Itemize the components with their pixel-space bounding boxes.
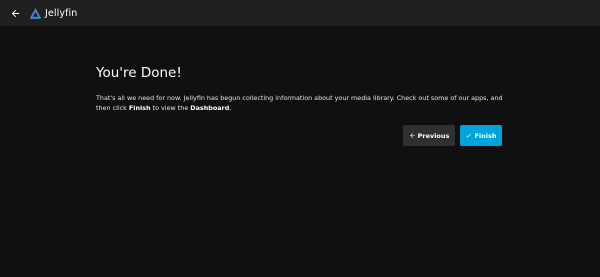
brand[interactable]: Jellyfin xyxy=(28,6,77,20)
description-part2: to view the xyxy=(150,103,191,112)
arrow-left-icon xyxy=(10,4,21,23)
finish-button-label: Finish xyxy=(474,131,497,140)
description-text: That's all we need for now. Jellyfin has… xyxy=(96,94,506,113)
jellyfin-logo-icon xyxy=(28,6,42,20)
description-end: . xyxy=(229,103,232,112)
top-bar: Jellyfin xyxy=(0,0,600,26)
wizard-finish-panel: You're Done! That's all we need for now.… xyxy=(96,64,516,113)
description-finish: Finish xyxy=(128,103,151,112)
description-dashboard: Dashboard xyxy=(190,103,230,112)
finish-button[interactable]: Finish xyxy=(460,125,502,146)
check-icon xyxy=(465,132,472,139)
previous-button-label: Previous xyxy=(417,131,450,140)
page-title: You're Done! xyxy=(96,65,182,81)
arrow-left-icon xyxy=(409,132,416,139)
back-button[interactable] xyxy=(4,2,26,24)
app-name: Jellyfin xyxy=(45,7,78,19)
previous-button[interactable]: Previous xyxy=(403,125,455,146)
